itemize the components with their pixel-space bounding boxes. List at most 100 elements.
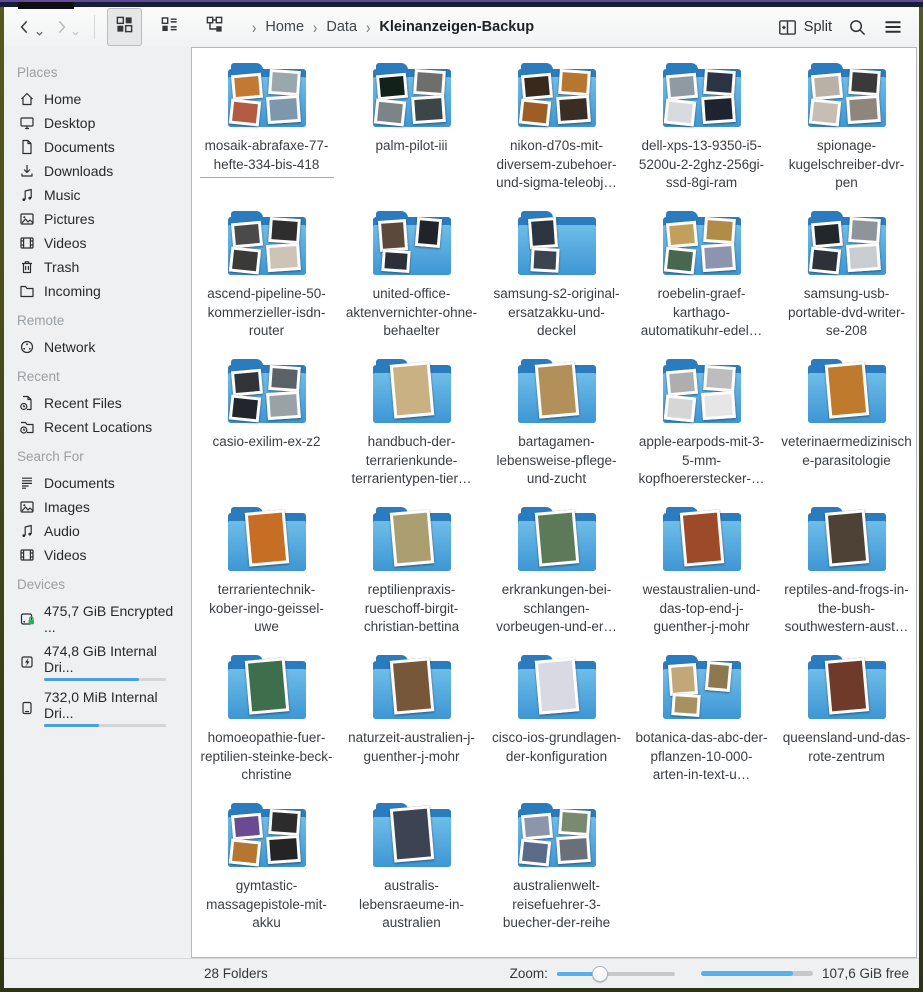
folder-preview-thumbnail (701, 391, 736, 420)
sidebar-item-474-8-gib-internal-dri[interactable]: 474,8 GiB Internal Dri... (4, 639, 191, 685)
folder-item[interactable]: apple-earpods-mit-3-5-mm-kopfhoerersteck… (629, 354, 774, 502)
split-button[interactable]: Split (772, 13, 838, 42)
zoom-slider-handle[interactable] (592, 966, 608, 982)
folder-item[interactable]: dell-xps-13-9350-i5-5200u-2-2ghz-256gi-s… (629, 58, 774, 206)
sidebar-item-recent-files[interactable]: Recent Files (4, 391, 191, 415)
sidebar-item-pictures[interactable]: Pictures (4, 207, 191, 231)
sidebar-item-trash[interactable]: Trash (4, 255, 191, 279)
network-icon (19, 339, 35, 355)
icons-view-button[interactable] (107, 8, 142, 46)
sidebar-item-network[interactable]: Network (4, 335, 191, 359)
folder-preview-thumbnail (228, 99, 260, 127)
folder-preview-thumbnail (228, 247, 260, 275)
status-bar: 28 Folders Zoom: 107,6 GiB free (4, 958, 919, 988)
folder-preview-thumbnail (703, 365, 736, 392)
folder-item[interactable]: spionage-kugelschreiber-dvr-pen (774, 58, 917, 206)
folder-preview-thumbnail (556, 835, 591, 864)
sidebar-item-downloads[interactable]: Downloads (4, 159, 191, 183)
folder-item[interactable]: terrarientechnik-kober-ingo-geissel-uwe (194, 502, 339, 650)
sidebar-item-label: Downloads (44, 163, 113, 179)
sidebar-item-desktop[interactable]: Desktop (4, 111, 191, 135)
folder-item[interactable]: westaustralien-und-das-top-end-j-guenthe… (629, 502, 774, 650)
sidebar-item-videos[interactable]: Videos (4, 543, 191, 567)
back-button[interactable] (14, 14, 46, 40)
compact-view-icon (160, 15, 179, 34)
folder-icon (659, 506, 745, 576)
sidebar-section-title: Recent (4, 359, 191, 391)
folder-item[interactable]: samsung-s2-original-ersatzakku-und-decke… (484, 206, 629, 354)
sidebar-item-incoming[interactable]: Incoming (4, 279, 191, 303)
breadcrumb-item[interactable]: Data (326, 19, 357, 35)
toolbar: ›Home›Data›Kleinanzeigen-Backup Split (4, 7, 919, 47)
folder-icon (804, 62, 890, 132)
folder-item[interactable]: palm-pilot-iii (339, 58, 484, 206)
folder-item[interactable]: veterinaermedizinische-parasitologie (774, 354, 917, 502)
folder-item[interactable]: reptilienpraxis-rueschoff-birgit-christi… (339, 502, 484, 650)
download-icon (19, 163, 35, 179)
folder-view[interactable]: mosaik-abrafaxe-77-hefte-334-bis-418 pal… (191, 47, 917, 958)
folder-icon (369, 506, 455, 576)
folder-item[interactable]: roebelin-graef-karthago-automatikuhr-ede… (629, 206, 774, 354)
drive-flash-icon (19, 654, 35, 670)
folder-item[interactable]: ascend-pipeline-50-kommerzieller-isdn-ro… (194, 206, 339, 354)
sidebar-item-videos[interactable]: Videos (4, 231, 191, 255)
folder-item[interactable]: samsung-usb-portable-dvd-writer-se-208 (774, 206, 917, 354)
hamburger-menu-button[interactable] (877, 12, 909, 42)
folder-preview-thumbnail (268, 365, 301, 392)
folder-item[interactable]: naturzeit-australien-j-guenther-j-mohr (339, 650, 484, 798)
file-grid: mosaik-abrafaxe-77-hefte-334-bis-418 pal… (194, 58, 914, 946)
folder-preview-thumbnail (665, 73, 697, 101)
split-button-label: Split (804, 19, 832, 35)
folder-item[interactable]: bartagamen-lebensweise-pflege-und-zucht (484, 354, 629, 502)
folder-item[interactable]: queensland-und-das-rote-zentrum (774, 650, 917, 798)
sidebar-item-recent-locations[interactable]: Recent Locations (4, 415, 191, 439)
folder-icon (659, 210, 745, 280)
document-icon (19, 139, 35, 155)
folder-icon (224, 210, 310, 280)
folder-name: palm-pilot-iii (375, 137, 447, 156)
sidebar-item-documents[interactable]: Documents (4, 471, 191, 495)
sidebar-item-732-0-mib-internal-dri[interactable]: 732,0 MiB Internal Dri... (4, 685, 191, 731)
folder-item[interactable]: homoeopathie-fuer-reptilien-steinke-beck… (194, 650, 339, 798)
folder-item[interactable]: handbuch-der-terrarienkunde-terrarientyp… (339, 354, 484, 502)
folder-item[interactable]: united-office-aktenvernichter-ohne-behae… (339, 206, 484, 354)
image-icon (19, 211, 35, 227)
folder-name: roebelin-graef-karthago-automatikuhr-ede… (635, 285, 769, 341)
free-space-bar (701, 971, 813, 976)
folder-preview-thumbnail (704, 661, 731, 692)
folder-name: naturzeit-australien-j-guenther-j-mohr (345, 729, 479, 766)
breadcrumb-item[interactable]: Kleinanzeigen-Backup (379, 19, 534, 35)
folder-item[interactable]: australienwelt-reisefuehrer-3-buecher-de… (484, 798, 629, 946)
zoom-slider[interactable] (557, 966, 675, 982)
folder-item[interactable]: erkrankungen-bei-schlangen-vorbeugen-und… (484, 502, 629, 650)
search-button[interactable] (842, 13, 873, 42)
sidebar-item-label: 474,8 GiB Internal Dri... (44, 643, 157, 675)
sidebar-item-475-7-gib-encrypted[interactable]: 475,7 GiB Encrypted ... (4, 599, 191, 639)
folder-item[interactable]: nikon-d70s-mit-diversem-zubehoer-und-sig… (484, 58, 629, 206)
folder-item[interactable]: casio-exilim-ex-z2 (194, 354, 339, 502)
folder-item[interactable]: botanica-das-abc-der-pflanzen-10-000-art… (629, 650, 774, 798)
folder-item[interactable]: gymtastic-massagepistole-mit-akku (194, 798, 339, 946)
sidebar-item-images[interactable]: Images (4, 495, 191, 519)
folder-preview-thumbnail (230, 73, 262, 101)
folder-item[interactable]: cisco-ios-grundlagen-der-konfiguration (484, 650, 629, 798)
breadcrumb-item[interactable]: Home (265, 19, 304, 35)
compact-view-button[interactable] (152, 8, 187, 46)
sidebar-item-music[interactable]: Music (4, 183, 191, 207)
sidebar-item-audio[interactable]: Audio (4, 519, 191, 543)
folder-preview-thumbnail (663, 247, 695, 275)
folder-preview-thumbnail (665, 221, 697, 249)
folder-icon (224, 62, 310, 132)
window-top-edge (0, 0, 923, 7)
sidebar-item-documents[interactable]: Documents (4, 135, 191, 159)
folder-item[interactable]: mosaik-abrafaxe-77-hefte-334-bis-418 (194, 58, 339, 206)
folder-preview-thumbnail (375, 73, 407, 101)
details-view-button[interactable] (197, 8, 232, 46)
folder-icon (369, 210, 455, 280)
sidebar-item-home[interactable]: Home (4, 87, 191, 111)
folder-item[interactable]: reptiles-and-frogs-in-the-bush-southwest… (774, 502, 917, 650)
forward-button[interactable] (50, 14, 82, 40)
folder-preview-thumbnail (808, 247, 840, 275)
folder-item[interactable]: australis-lebensraeume-in-australien (339, 798, 484, 946)
folder-preview-thumbnail (679, 509, 724, 566)
